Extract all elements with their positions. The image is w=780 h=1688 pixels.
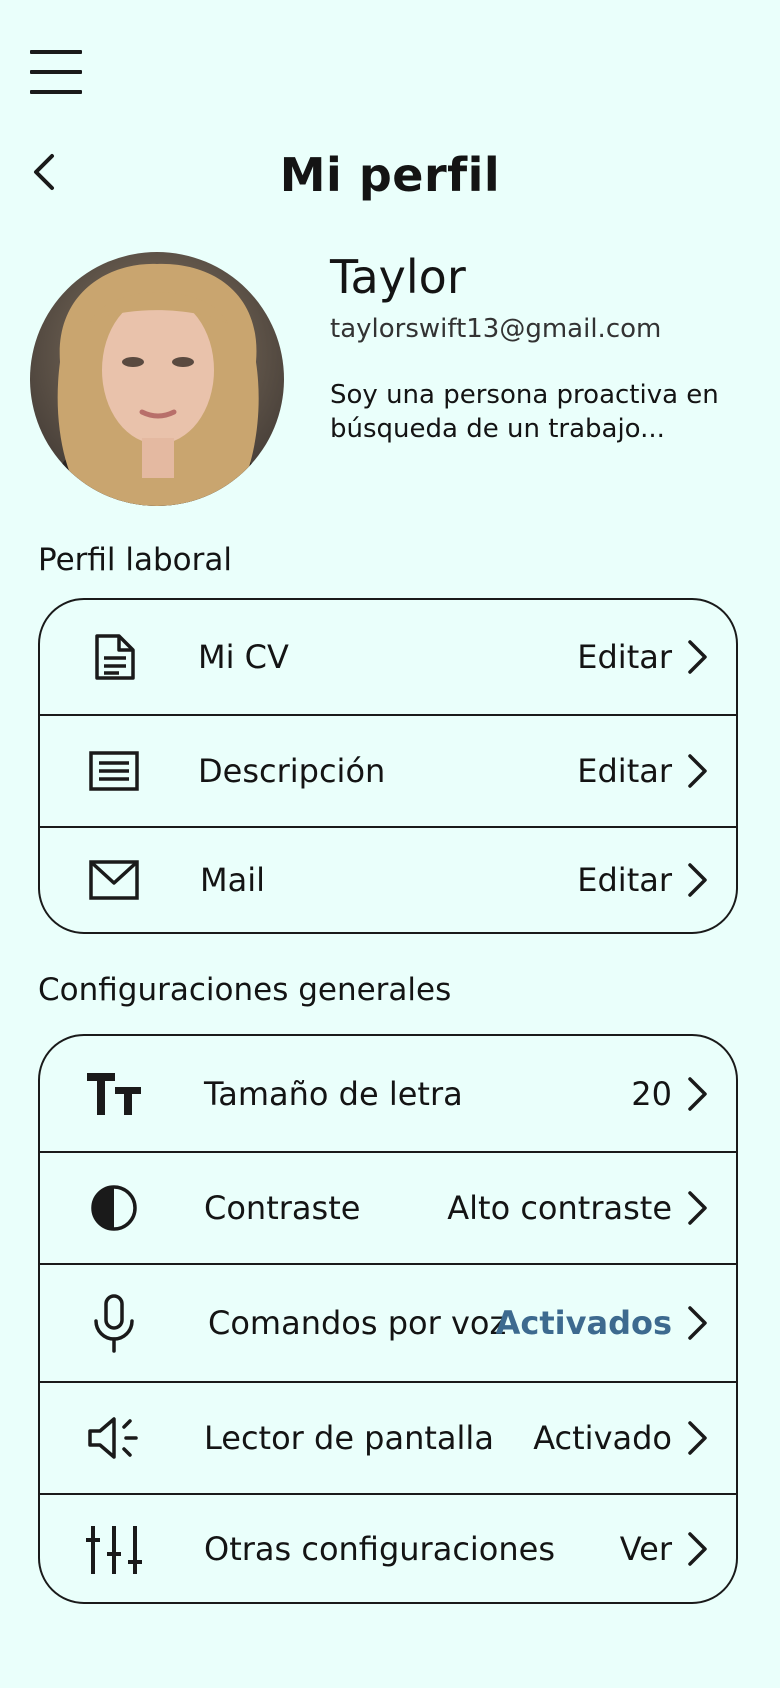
user-email: taylorswift13@gmail.com xyxy=(330,314,662,344)
chevron-right-icon xyxy=(688,1306,707,1340)
avatar xyxy=(30,252,284,506)
row-value: Alto contraste xyxy=(447,1189,672,1227)
row-label: Descripción xyxy=(198,752,386,790)
row-value: Editar xyxy=(577,638,672,676)
row-value-status: Activados xyxy=(495,1304,672,1342)
section-title-config: Configuraciones generales xyxy=(38,972,452,1008)
config-card: Tamaño de letra 20 Contraste Alto contra… xyxy=(38,1034,738,1604)
row-label: Lector de pantalla xyxy=(204,1419,494,1457)
row-label: Mi CV xyxy=(198,638,289,676)
section-title-laboral: Perfil laboral xyxy=(38,542,233,578)
row-mail[interactable]: Mail Editar xyxy=(40,828,736,932)
chevron-right-icon xyxy=(688,754,707,788)
chevron-right-icon xyxy=(688,863,707,897)
row-otras-config[interactable]: Otras configuraciones Ver xyxy=(40,1495,736,1602)
row-label: Comandos por voz xyxy=(208,1304,507,1342)
page-title: Mi perfil xyxy=(279,148,501,202)
row-value: 20 xyxy=(631,1074,672,1113)
row-contraste[interactable]: Contraste Alto contraste xyxy=(40,1153,736,1265)
envelope-icon xyxy=(84,850,144,910)
row-tamano-letra[interactable]: Tamaño de letra 20 xyxy=(40,1036,736,1153)
user-name: Taylor xyxy=(330,250,466,304)
user-bio: Soy una persona proactiva en búsqueda de… xyxy=(330,380,719,444)
hamburger-menu-icon[interactable] xyxy=(30,50,82,96)
chevron-right-icon xyxy=(688,1531,707,1566)
row-label: Tamaño de letra xyxy=(204,1074,463,1113)
row-value: Editar xyxy=(577,861,672,899)
chevron-right-icon xyxy=(688,1421,707,1455)
chevron-right-icon xyxy=(688,1191,707,1225)
contrast-icon xyxy=(84,1178,144,1238)
text-lines-icon xyxy=(84,741,144,801)
row-lector-pantalla[interactable]: Lector de pantalla Activado xyxy=(40,1383,736,1495)
microphone-icon xyxy=(84,1293,144,1353)
document-icon xyxy=(84,627,144,687)
row-label: Mail xyxy=(200,861,265,899)
chevron-right-icon xyxy=(688,640,707,674)
row-mi-cv[interactable]: Mi CV Editar xyxy=(40,600,736,716)
row-label: Contraste xyxy=(204,1189,361,1227)
row-descripcion[interactable]: Descripción Editar xyxy=(40,716,736,828)
row-value: Ver xyxy=(619,1529,672,1568)
chevron-right-icon xyxy=(688,1076,707,1111)
sliders-icon xyxy=(84,1519,144,1579)
row-label: Otras configuraciones xyxy=(204,1529,556,1568)
speaker-icon xyxy=(84,1408,144,1468)
row-value: Editar xyxy=(577,752,672,790)
row-value: Activado xyxy=(533,1419,672,1457)
laboral-card: Mi CV Editar Descripción Editar Mail Edi… xyxy=(38,598,738,934)
text-size-icon xyxy=(84,1064,144,1124)
row-comandos-voz[interactable]: Comandos por voz Activados xyxy=(40,1265,736,1383)
